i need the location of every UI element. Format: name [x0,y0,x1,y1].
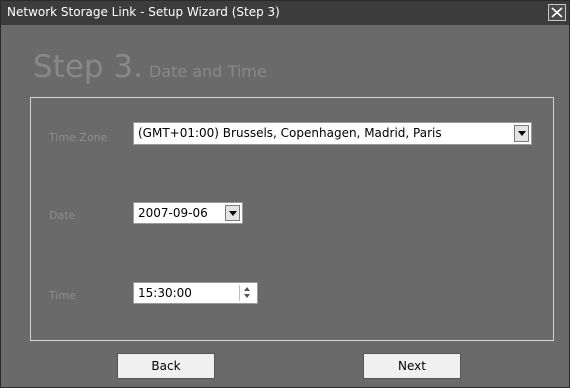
spin-down-icon [244,294,250,298]
setup-wizard-window: Network Storage Link - Setup Wizard (Ste… [0,0,570,388]
time-zone-select[interactable]: (GMT+01:00) Brussels, Copenhagen, Madrid… [133,122,532,145]
step-subtitle: Date and Time [149,62,267,81]
next-button[interactable]: Next [363,353,461,379]
step-heading: Step 3. Date and Time [33,49,267,85]
date-label: Date [49,209,76,222]
time-spin-control [239,285,255,301]
time-spinner[interactable]: 15:30:00 [133,282,258,304]
window-title: Network Storage Link - Setup Wizard (Ste… [7,5,280,19]
time-spin-down-button[interactable] [240,292,255,301]
close-icon [551,7,563,18]
spin-up-icon [244,287,250,291]
back-button[interactable]: Back [117,353,215,379]
date-value: 2007-09-06 [138,206,208,220]
time-value: 15:30:00 [138,286,192,300]
time-label: Time [49,289,76,302]
chevron-down-icon [229,211,237,216]
step-label: Step 3. [33,49,144,85]
title-bar: Network Storage Link - Setup Wizard (Ste… [1,1,569,25]
time-zone-dropdown-button[interactable] [514,125,529,142]
time-zone-value: (GMT+01:00) Brussels, Copenhagen, Madrid… [138,126,442,140]
date-picker[interactable]: 2007-09-06 [133,202,243,224]
chevron-down-icon [518,131,526,136]
close-button[interactable] [548,4,566,21]
date-dropdown-button[interactable] [225,205,240,221]
time-zone-label: Time Zone [49,131,108,144]
